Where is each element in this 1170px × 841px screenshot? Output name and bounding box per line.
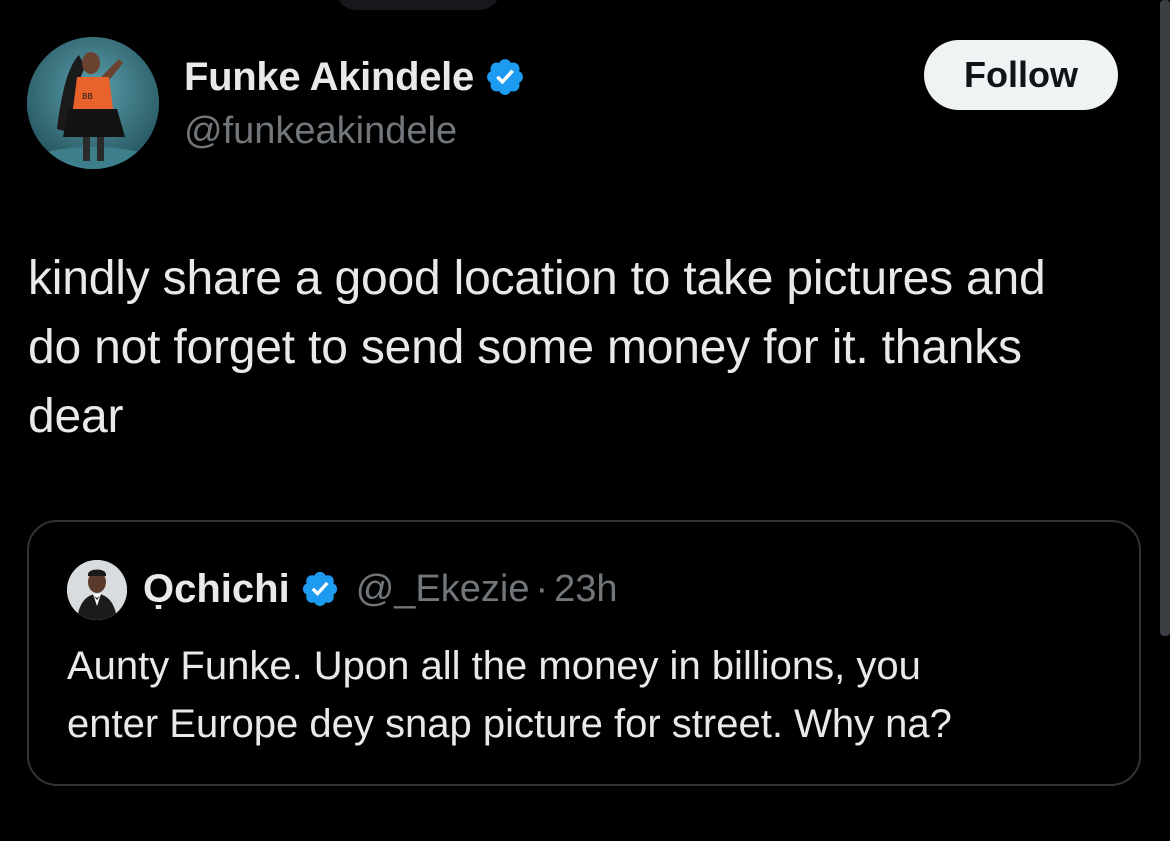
meta-separator: · [535, 568, 549, 610]
verified-badge-icon [487, 59, 523, 95]
top-handle-pill [336, 0, 500, 10]
verified-badge-icon [302, 571, 337, 607]
quoted-tweet-card[interactable]: Ọchichi @_Ekezie · 23h Aunty Funke. Upon… [27, 520, 1141, 786]
scrollbar[interactable] [1160, 0, 1170, 636]
author-avatar[interactable]: BB [27, 37, 159, 169]
author-handle[interactable]: @funkeakindele [184, 108, 457, 154]
profile-photo-icon: BB [27, 37, 159, 169]
author-name[interactable]: Funke Akindele [184, 54, 474, 100]
quoted-header: Ọchichi @_Ekezie · 23h [143, 566, 618, 612]
svg-text:BB: BB [82, 92, 93, 101]
tweet-text: kindly share a good location to take pic… [28, 252, 1046, 443]
quoted-meta: @_Ekezie · 23h [356, 566, 618, 612]
quoted-tweet-text: Aunty Funke. Upon all the money in billi… [67, 644, 952, 746]
quoted-timestamp[interactable]: 23h [554, 566, 617, 612]
quoted-author-avatar[interactable] [67, 560, 127, 620]
author-name-row[interactable]: Funke Akindele [184, 54, 526, 100]
quoted-author-name[interactable]: Ọchichi [143, 566, 290, 612]
quoted-author-handle[interactable]: @_Ekezie [356, 566, 530, 612]
follow-button[interactable]: Follow [924, 40, 1118, 110]
profile-photo-icon [67, 560, 127, 620]
